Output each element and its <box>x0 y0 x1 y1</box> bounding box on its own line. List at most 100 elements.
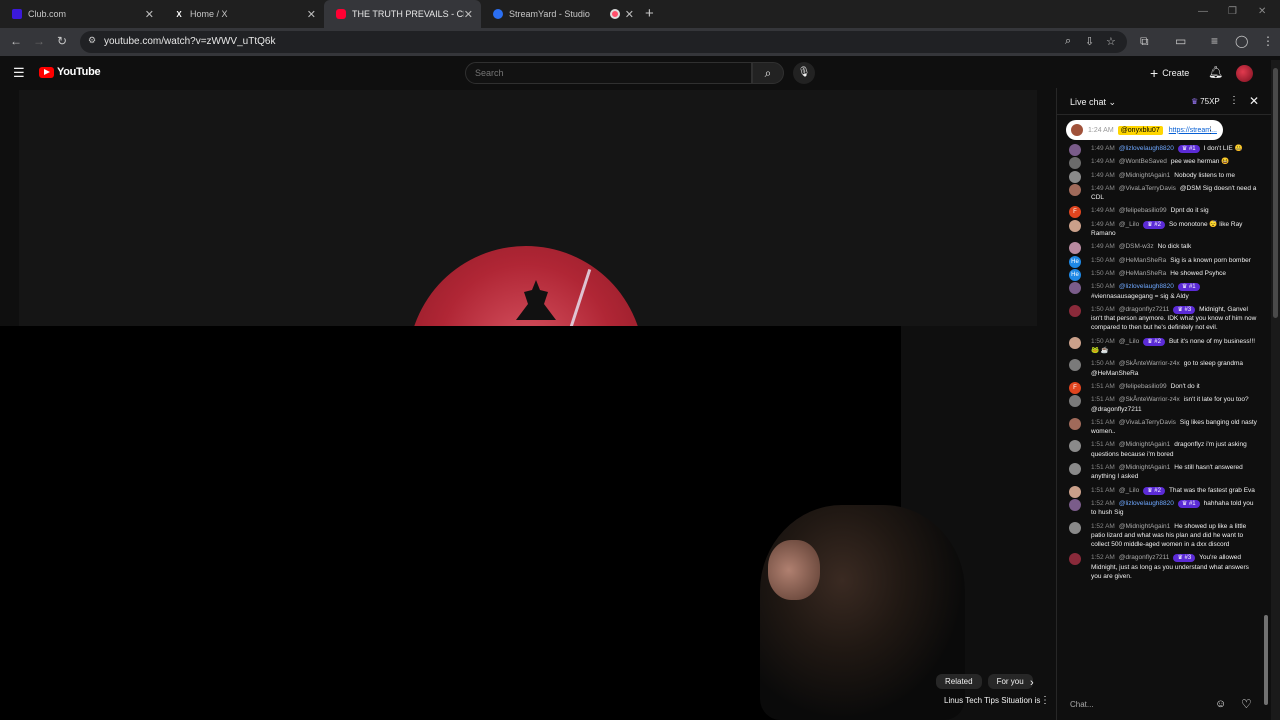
message-author[interactable]: @lizlovelaugh8820 <box>1119 145 1174 152</box>
avatar[interactable] <box>1069 440 1081 453</box>
media-controls-icon[interactable]: ≡ <box>1211 34 1218 48</box>
avatar[interactable] <box>1069 553 1081 566</box>
close-icon[interactable]: ✕ <box>625 8 634 21</box>
message-author[interactable]: @HeManSheRa <box>1119 270 1166 277</box>
recommendation-title[interactable]: Linus Tech Tips Situation is <box>944 696 1040 705</box>
avatar[interactable] <box>1069 242 1081 255</box>
account-avatar[interactable] <box>1236 65 1253 82</box>
close-icon[interactable]: ✕ <box>1249 94 1259 108</box>
video-player[interactable] <box>19 90 1037 326</box>
message-author[interactable]: @_Lilo <box>1119 338 1139 345</box>
pinned-user[interactable]: @onyxblu07 <box>1117 125 1163 135</box>
close-icon[interactable]: ✕ <box>464 8 473 21</box>
site-info-icon[interactable]: ⚙ <box>88 35 96 46</box>
search-button[interactable]: ⌕ <box>752 62 784 84</box>
window-close-icon[interactable]: ✕ <box>1258 6 1266 17</box>
message-author[interactable]: @MidnightAgain1 <box>1119 464 1170 471</box>
chat-message[interactable]: 1:50 AM @dragonflyz7211 ♛ #3 Midnight, Ganv… <box>1057 304 1263 336</box>
avatar[interactable]: F <box>1069 206 1081 219</box>
message-author[interactable]: @HeManSheRa <box>1119 257 1166 264</box>
chevron-right-icon[interactable]: › <box>1030 677 1034 689</box>
browser-tab-x[interactable]: X Home / X ✕ <box>162 0 324 28</box>
message-author[interactable]: @felipebasilio99 <box>1119 383 1167 390</box>
chat-message[interactable]: 1:49 AM @MidnightAgain1 Nobody listens to … <box>1057 170 1263 183</box>
back-icon[interactable]: ← <box>10 34 22 48</box>
more-vert-icon[interactable]: ⋮ <box>1229 95 1239 106</box>
chat-message[interactable]: 1:50 AM @lizlovelaugh8820 ♛ #1#viennasausa… <box>1057 281 1263 304</box>
browser-menu-icon[interactable]: ⋮ <box>1262 34 1274 48</box>
chip-related[interactable]: Related <box>936 674 982 689</box>
more-vert-icon[interactable]: ⋮ <box>1206 125 1215 136</box>
avatar[interactable]: F <box>1069 381 1081 394</box>
chat-message[interactable]: 1:50 AM @SkÅnteWarrior-z4x go to sleep gra… <box>1057 358 1263 381</box>
avatar[interactable] <box>1069 170 1081 183</box>
message-author[interactable]: @SkÅnteWarrior-z4x <box>1119 396 1180 403</box>
avatar[interactable] <box>1069 463 1081 476</box>
message-author[interactable]: @felipebasilio99 <box>1119 207 1167 214</box>
close-icon[interactable]: ✕ <box>307 8 316 21</box>
chat-message[interactable]: 1:51 AM @SkÅnteWarrior-z4x isn't it late f… <box>1057 394 1263 417</box>
message-author[interactable]: @MidnightAgain1 <box>1119 172 1170 179</box>
avatar[interactable] <box>1069 395 1081 408</box>
avatar[interactable] <box>1069 183 1081 196</box>
search-input[interactable] <box>466 63 751 83</box>
new-tab-icon[interactable]: + <box>645 5 654 22</box>
message-author[interactable]: @_Lilo <box>1119 221 1139 228</box>
avatar[interactable]: He <box>1069 268 1081 281</box>
browser-tab-recording[interactable]: ✕ <box>598 0 638 28</box>
chat-message[interactable]: F 1:51 AM @felipebasilio99 Don't do it <box>1057 381 1263 394</box>
emoji-icon[interactable]: ☺ <box>1215 698 1226 710</box>
avatar[interactable] <box>1069 219 1081 232</box>
chat-message[interactable]: 1:49 AM @lizlovelaugh8820 ♛ #1 I don't LIE … <box>1057 143 1263 156</box>
message-author[interactable]: @MidnightAgain1 <box>1119 441 1170 448</box>
chat-message[interactable]: 1:51 AM @_Lilo ♛ #2 That was the fastest gr… <box>1057 485 1263 498</box>
menu-hamburger-icon[interactable]: ☰ <box>13 65 25 81</box>
browser-tab-youtube[interactable]: THE TRUTH PREVAILS - CRYSTA ✕ <box>324 0 481 28</box>
message-author[interactable]: @DSM-w3z <box>1119 243 1154 250</box>
forward-icon[interactable]: → <box>33 34 45 48</box>
xp-badge[interactable]: ♛ 75XP <box>1191 97 1220 106</box>
minimize-icon[interactable]: — <box>1198 6 1208 17</box>
chat-message[interactable]: 1:51 AM @VivaLaTerryDavis Sig likes bangin… <box>1057 417 1263 440</box>
chip-for-you[interactable]: For you <box>987 674 1033 689</box>
chat-message[interactable]: F 1:49 AM @felipebasilio99 Dpnt do it sig <box>1057 205 1263 219</box>
chat-message[interactable]: 1:50 AM @_Lilo ♛ #2 But it's none of my bus… <box>1057 336 1263 359</box>
chat-message[interactable]: 1:49 AM @WontBeSaved pee wee herman 😆 <box>1057 156 1263 170</box>
chat-message[interactable]: He 1:50 AM @HeManSheRa Sig is a known porn … <box>1057 255 1263 268</box>
message-author[interactable]: @lizlovelaugh8820 <box>1119 500 1174 507</box>
message-author[interactable]: @MidnightAgain1 <box>1119 523 1170 530</box>
address-bar[interactable]: ⚙ youtube.com/watch?v=zWWV_uTtQ6k ⌕ ⇩ ☆ <box>80 31 1127 53</box>
avatar[interactable]: He <box>1069 255 1081 268</box>
chat-message[interactable]: 1:52 AM @lizlovelaugh8820 ♛ #1 hahhaha told… <box>1057 498 1263 521</box>
more-vert-icon[interactable]: ⋮ <box>1040 695 1050 706</box>
chat-message[interactable]: 1:52 AM @dragonflyz7211 ♛ #3 You're allowed… <box>1057 552 1263 584</box>
chat-message[interactable]: 1:49 AM @_Lilo ♛ #2 So monotone 😴 like Ray … <box>1057 219 1263 242</box>
message-author[interactable]: @lizlovelaugh8820 <box>1119 283 1174 290</box>
chat-message[interactable]: He 1:50 AM @HeManSheRa He showed Psyhce <box>1057 268 1263 281</box>
avatar[interactable] <box>1069 144 1081 156</box>
avatar[interactable] <box>1069 485 1081 498</box>
avatar[interactable] <box>1069 282 1081 295</box>
page-scrollbar[interactable] <box>1271 60 1280 720</box>
avatar[interactable] <box>1069 336 1081 349</box>
message-author[interactable]: @SkÅnteWarrior-z4x <box>1119 360 1180 367</box>
avatar[interactable] <box>1069 417 1081 430</box>
message-author[interactable]: @VivaLaTerryDavis <box>1119 419 1176 426</box>
youtube-logo[interactable]: YouTube <box>39 66 101 78</box>
heart-icon[interactable]: ♡ <box>1241 697 1252 711</box>
profile-icon[interactable]: ◯ <box>1235 34 1248 48</box>
create-button[interactable]: + Create <box>1150 65 1189 81</box>
avatar[interactable] <box>1069 157 1081 170</box>
chat-message[interactable]: 1:49 AM @DSM-w3z No dick talk <box>1057 241 1263 255</box>
chat-message[interactable]: 1:51 AM @MidnightAgain1 He still hasn't an… <box>1057 462 1263 485</box>
install-icon[interactable]: ⇩ <box>1085 35 1094 48</box>
bookmark-star-icon[interactable]: ☆ <box>1106 35 1116 48</box>
browser-tab-club[interactable]: Club.com ✕ <box>0 0 162 28</box>
avatar[interactable] <box>1069 359 1081 372</box>
avatar[interactable] <box>1069 521 1081 534</box>
notifications-bell-icon[interactable]: 🔔︎ <box>1208 65 1223 79</box>
chat-scrollbar[interactable] <box>1264 120 1269 710</box>
message-author[interactable]: @_Lilo <box>1119 487 1139 494</box>
message-author[interactable]: @WontBeSaved <box>1119 158 1167 165</box>
chat-message[interactable]: 1:52 AM @MidnightAgain1 He showed up like … <box>1057 521 1263 553</box>
